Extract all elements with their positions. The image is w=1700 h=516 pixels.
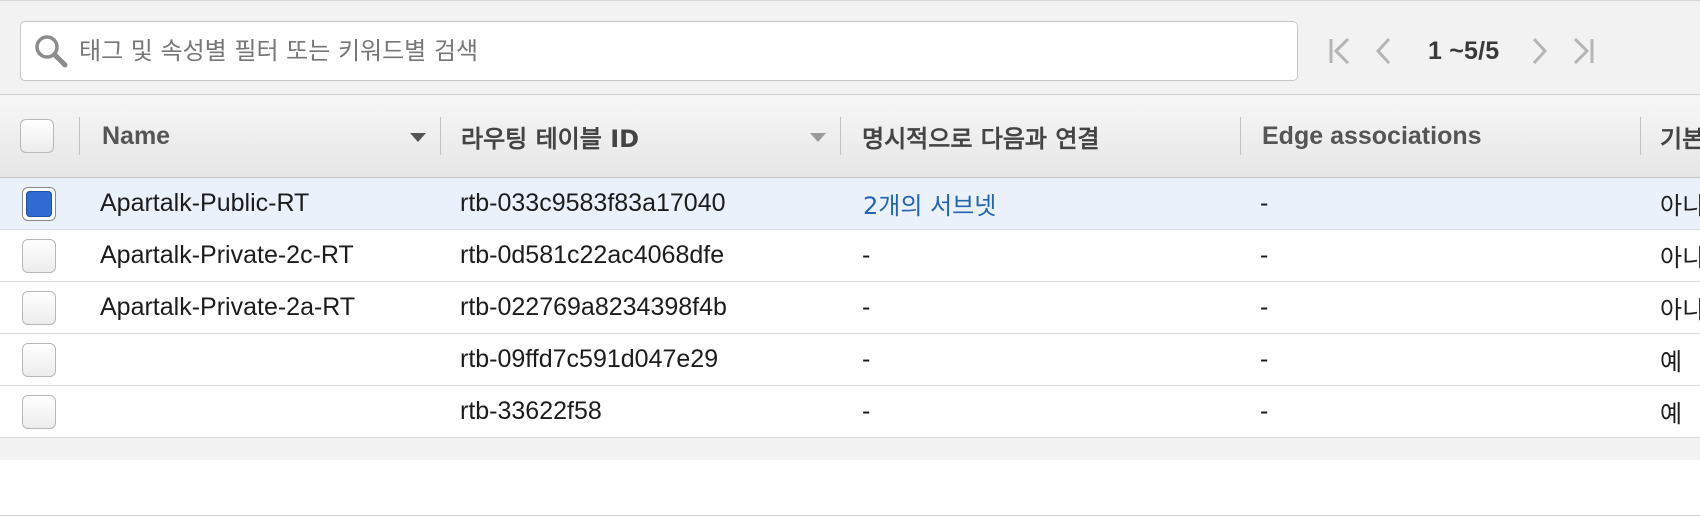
cell-edge-associations: - <box>1260 345 1269 373</box>
table-toolbar: 1 ~5/5 <box>0 0 1700 94</box>
cell-name: Apartalk-Public-RT <box>100 189 310 217</box>
column-header-explicit-associations[interactable]: 명시적으로 다음과 연결 <box>862 95 1100 178</box>
cell-edge-associations: - <box>1260 293 1269 321</box>
column-header-route-table-id[interactable]: 라우팅 테이블 ID <box>461 95 639 178</box>
cell-edge-associations: - <box>1260 397 1269 425</box>
column-divider <box>840 117 841 155</box>
column-divider <box>440 117 441 155</box>
row-checkbox[interactable] <box>22 239 56 273</box>
cell-route-table-id: rtb-022769a8234398f4b <box>460 293 727 321</box>
cell-route-table-id: rtb-033c9583f83a17040 <box>460 189 726 217</box>
next-page-icon[interactable] <box>1517 29 1561 73</box>
column-divider <box>1240 117 1241 155</box>
sort-caret-icon[interactable] <box>810 133 826 142</box>
table-header: Name 라우팅 테이블 ID 명시적으로 다음과 연결 Edge associ… <box>0 94 1700 178</box>
column-divider <box>1640 117 1641 155</box>
table-empty-area <box>0 460 1700 516</box>
cell-name: Apartalk-Private-2a-RT <box>100 293 356 321</box>
table-row[interactable]: Apartalk-Private-2c-RT rtb-0d581c22ac406… <box>0 230 1700 282</box>
last-page-icon[interactable] <box>1561 29 1605 73</box>
first-page-icon[interactable] <box>1318 29 1362 73</box>
cell-explicit-associations-link[interactable]: 2개의 서브넷 <box>863 178 996 229</box>
cell-main: 아니 <box>1660 192 1700 220</box>
search-input[interactable] <box>79 29 1229 73</box>
column-header-name[interactable]: Name <box>102 95 170 178</box>
column-divider <box>79 117 80 155</box>
cell-explicit-associations: - <box>862 241 871 269</box>
cell-explicit-associations: - <box>862 397 871 425</box>
cell-edge-associations: - <box>1260 241 1269 269</box>
row-checkbox[interactable] <box>22 291 56 325</box>
cell-main: 아니 <box>1660 244 1700 272</box>
cell-name: Apartalk-Private-2c-RT <box>100 241 354 269</box>
row-checkbox[interactable] <box>22 187 56 221</box>
cell-main: 아니 <box>1660 296 1700 324</box>
cell-route-table-id: rtb-09ffd7c591d047e29 <box>460 345 719 373</box>
cell-main: 예 <box>1660 348 1683 376</box>
route-tables-table: Name 라우팅 테이블 ID 명시적으로 다음과 연결 Edge associ… <box>0 94 1700 438</box>
column-header-main[interactable]: 기본 <box>1660 95 1700 178</box>
search-box[interactable] <box>20 21 1298 81</box>
cell-explicit-associations: - <box>862 293 871 321</box>
table-row[interactable]: Apartalk-Public-RT rtb-033c9583f83a17040… <box>0 178 1700 230</box>
table-row[interactable]: rtb-09ffd7c591d047e29 - - 예 <box>0 334 1700 386</box>
cell-route-table-id: rtb-0d581c22ac4068dfe <box>460 241 725 269</box>
pagination-range: 1 ~5/5 <box>1428 36 1500 65</box>
row-checkbox[interactable] <box>22 395 56 429</box>
cell-route-table-id: rtb-33622f58 <box>460 397 602 425</box>
table-row[interactable]: Apartalk-Private-2a-RT rtb-022769a823439… <box>0 282 1700 334</box>
table-row[interactable]: rtb-33622f58 - - 예 <box>0 386 1700 438</box>
search-icon <box>31 31 71 71</box>
cell-main: 예 <box>1660 400 1683 428</box>
cell-explicit-associations: - <box>862 345 871 373</box>
select-all-checkbox[interactable] <box>20 119 54 153</box>
prev-page-icon[interactable] <box>1362 29 1406 73</box>
sort-caret-icon[interactable] <box>410 133 426 142</box>
row-checkbox[interactable] <box>22 343 56 377</box>
column-header-edge-associations[interactable]: Edge associations <box>1262 95 1482 178</box>
pagination: 1 ~5/5 <box>1318 25 1605 77</box>
cell-edge-associations: - <box>1260 189 1269 217</box>
